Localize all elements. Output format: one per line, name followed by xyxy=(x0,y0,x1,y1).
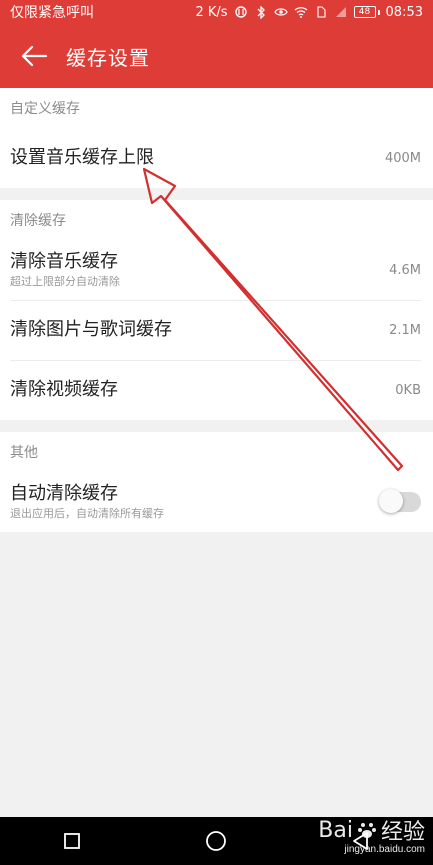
row-title: 清除图片与歌词缓存 xyxy=(10,319,172,340)
page-title: 缓存设置 xyxy=(66,45,150,70)
recent-apps-button[interactable] xyxy=(52,821,92,861)
section-header: 其他 xyxy=(10,445,38,461)
triangle-back-icon xyxy=(352,832,368,850)
toggle-knob xyxy=(379,489,403,513)
navigation-bar xyxy=(0,817,433,865)
clock-time: 08:53 xyxy=(385,4,423,20)
row-title: 清除音乐缓存 xyxy=(10,251,118,272)
carrier-text: 仅限紧急呼叫 xyxy=(10,5,94,21)
section-header: 清除缓存 xyxy=(10,213,66,229)
bluetooth-icon xyxy=(254,5,268,19)
back-nav-button[interactable] xyxy=(341,821,381,861)
row-value: 4.6M xyxy=(389,262,421,278)
row-subtitle: 退出应用后，自动清除所有缓存 xyxy=(10,507,164,520)
settings-content: 自定义缓存 设置音乐缓存上限 400M 清除缓存 清除音乐缓存 超过上限部分自动… xyxy=(0,88,433,532)
row-text: 清除音乐缓存 超过上限部分自动清除 xyxy=(10,251,120,289)
section-header: 自定义缓存 xyxy=(10,101,80,117)
screen: 仅限紧急呼叫 2 K/s 48 08:53 缓存设置 自定义缓存 设置音乐缓存上… xyxy=(0,0,433,865)
app-bar: 缓存设置 xyxy=(0,24,433,88)
row-title: 清除视频缓存 xyxy=(10,379,118,400)
square-icon xyxy=(64,833,81,849)
back-button[interactable] xyxy=(18,40,50,72)
row-value: 400M xyxy=(384,150,421,166)
auto-clear-cache-row[interactable]: 自动清除缓存 退出应用后，自动清除所有缓存 xyxy=(0,472,433,532)
home-button[interactable] xyxy=(196,821,236,861)
row-value: 0KB xyxy=(395,382,421,398)
back-arrow-icon xyxy=(21,45,48,67)
battery-level: 48 xyxy=(353,6,376,18)
battery-icon: 48 xyxy=(353,6,380,18)
row-text: 清除图片与歌词缓存 xyxy=(10,319,172,341)
sim-card-icon xyxy=(314,5,328,19)
network-speed: 2 K/s xyxy=(195,4,228,20)
row-text: 自动清除缓存 退出应用后，自动清除所有缓存 xyxy=(10,483,164,521)
nfc-icon xyxy=(234,5,248,19)
set-music-cache-limit-row[interactable]: 设置音乐缓存上限 400M xyxy=(0,128,433,188)
status-bar: 仅限紧急呼叫 2 K/s 48 08:53 xyxy=(0,0,433,24)
section-clear-cache: 清除缓存 清除音乐缓存 超过上限部分自动清除 4.6M 清除图片与歌词缓存 2.… xyxy=(0,200,433,420)
status-right: 2 K/s 48 08:53 xyxy=(195,5,423,20)
row-title: 自动清除缓存 xyxy=(10,483,118,504)
signal-icon xyxy=(334,5,348,19)
section-other: 其他 自动清除缓存 退出应用后，自动清除所有缓存 xyxy=(0,432,433,532)
row-text: 清除视频缓存 xyxy=(10,379,118,401)
wifi-icon xyxy=(294,5,308,19)
row-value: 2.1M xyxy=(389,322,421,338)
row-text: 设置音乐缓存上限 xyxy=(10,147,154,169)
circle-icon xyxy=(206,831,227,851)
eye-icon xyxy=(273,5,288,19)
auto-clear-cache-toggle[interactable] xyxy=(379,489,421,513)
clear-image-lyrics-cache-row[interactable]: 清除图片与歌词缓存 2.1M xyxy=(0,300,433,360)
clear-music-cache-row[interactable]: 清除音乐缓存 超过上限部分自动清除 4.6M xyxy=(0,240,433,300)
section-custom-cache: 自定义缓存 设置音乐缓存上限 400M xyxy=(0,88,433,188)
row-subtitle: 超过上限部分自动清除 xyxy=(10,275,120,288)
row-title: 设置音乐缓存上限 xyxy=(10,147,154,168)
clear-video-cache-row[interactable]: 清除视频缓存 0KB xyxy=(0,360,433,420)
status-left: 仅限紧急呼叫 xyxy=(10,2,94,22)
